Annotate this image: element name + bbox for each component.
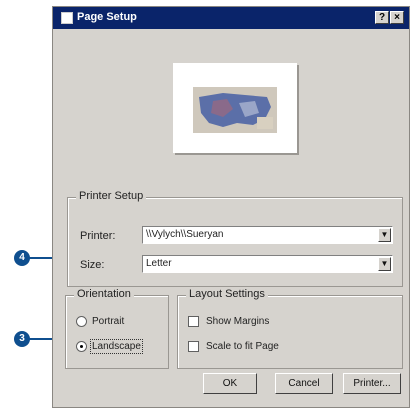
callout-4-badge: 4 [14, 250, 30, 266]
portrait-radio[interactable] [76, 316, 87, 327]
close-button[interactable]: × [390, 11, 404, 24]
page-setup-dialog: Page Setup ? × Printer Setup Printer: \\… [52, 6, 410, 408]
printer-setup-label: Printer Setup [76, 190, 147, 202]
printer-label: Printer: [80, 230, 116, 242]
printer-value: \\Vylych\\Sueryan [146, 229, 224, 240]
orientation-group: Orientation Portrait Landscape [65, 288, 169, 369]
cancel-button[interactable]: Cancel [275, 373, 333, 394]
layout-settings-group: Layout Settings Show Margins Scale to fi… [177, 288, 403, 369]
show-margins-label[interactable]: Show Margins [206, 316, 269, 327]
landscape-label[interactable]: Landscape [90, 339, 143, 354]
show-margins-checkbox[interactable] [188, 316, 199, 327]
scale-to-fit-label[interactable]: Scale to fit Page [206, 341, 279, 352]
portrait-label[interactable]: Portrait [92, 316, 124, 327]
title-bar: Page Setup ? × [53, 7, 409, 29]
chevron-down-icon[interactable]: ▼ [378, 257, 391, 271]
chevron-down-icon[interactable]: ▼ [378, 228, 391, 242]
callout-3-badge: 3 [14, 331, 30, 347]
help-button[interactable]: ? [375, 11, 389, 24]
layout-settings-label: Layout Settings [186, 288, 268, 300]
map-thumbnail-image [193, 87, 277, 133]
printer-setup-group: Printer Setup Printer: \\Vylych\\Sueryan… [67, 190, 403, 287]
printer-button[interactable]: Printer... [343, 373, 401, 394]
radio-selected-dot [80, 345, 83, 348]
window-icon [61, 12, 73, 24]
window-title: Page Setup [77, 11, 137, 23]
landscape-radio[interactable] [76, 341, 87, 352]
size-select[interactable]: Letter ▼ [142, 255, 393, 273]
size-label: Size: [80, 259, 105, 271]
page-preview [173, 63, 297, 153]
orientation-label: Orientation [74, 288, 134, 300]
size-value: Letter [146, 258, 172, 269]
scale-to-fit-checkbox[interactable] [188, 341, 199, 352]
printer-select[interactable]: \\Vylych\\Sueryan ▼ [142, 226, 393, 244]
ok-button[interactable]: OK [203, 373, 257, 394]
